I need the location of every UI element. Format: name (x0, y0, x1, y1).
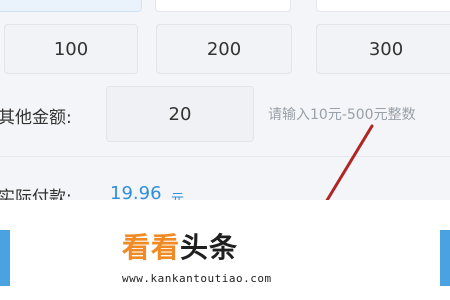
kankan-toutiao-logo: 看看头条 www.kankantoutiao.com (122, 226, 322, 286)
logo-part1: 看看 (122, 231, 181, 264)
logo-part2: 头条 (180, 231, 239, 264)
right-blue-bar (440, 230, 450, 286)
watermark-banner: 看看头条 www.kankantoutiao.com (0, 200, 450, 300)
left-blue-bar (0, 230, 10, 286)
logo-url: www.kankantoutiao.com (122, 272, 272, 285)
logo-title: 看看头条 (122, 226, 322, 266)
